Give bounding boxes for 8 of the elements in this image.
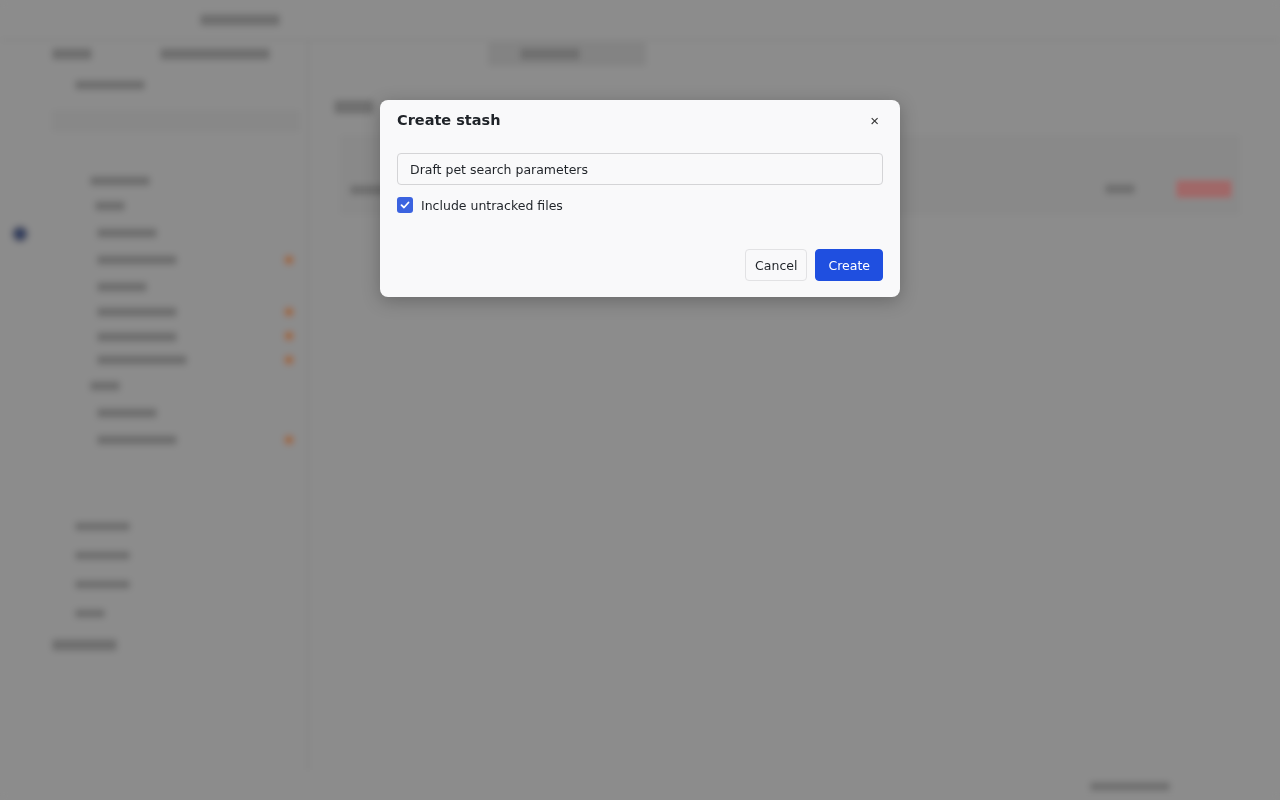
checkbox-label: Include untracked files bbox=[421, 197, 563, 213]
include-untracked-checkbox[interactable] bbox=[397, 197, 413, 213]
cancel-button[interactable]: Cancel bbox=[745, 249, 808, 281]
stash-name-field[interactable]: Draft pet search parameters bbox=[397, 153, 883, 185]
create-button[interactable]: Create bbox=[815, 249, 883, 281]
close-button[interactable]: × bbox=[866, 112, 883, 128]
check-icon bbox=[400, 200, 410, 210]
dialog-title: Create stash bbox=[397, 112, 501, 128]
